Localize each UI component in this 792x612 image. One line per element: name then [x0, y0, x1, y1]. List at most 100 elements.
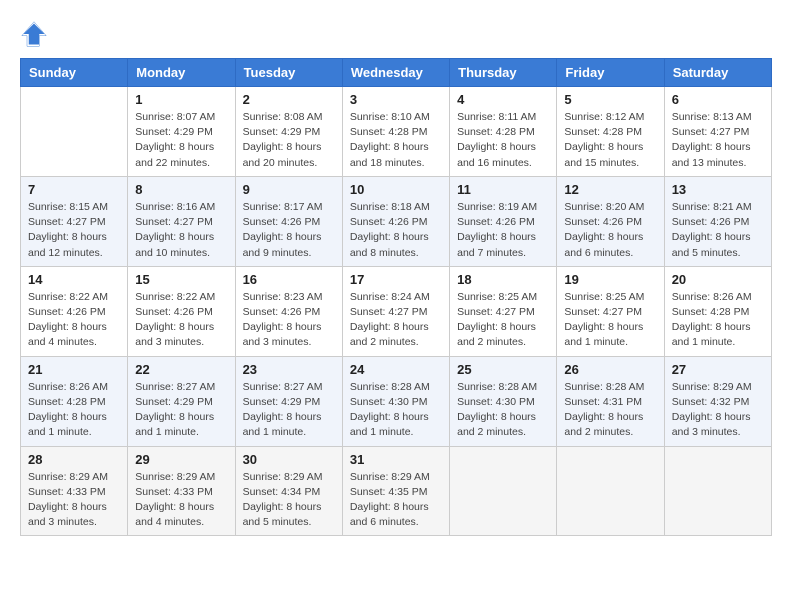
calendar-cell: 1 Sunrise: 8:07 AMSunset: 4:29 PMDaylight…: [128, 87, 235, 177]
day-number: 30: [243, 452, 335, 467]
day-number: 8: [135, 182, 227, 197]
calendar-cell: 11Sunrise: 8:19 AMSunset: 4:26 PMDayligh…: [450, 176, 557, 266]
calendar-cell: 24 Sunrise: 8:28 AMSunset: 4:30 PMDayligh…: [342, 356, 449, 446]
calendar-cell: 7 Sunrise: 8:15 AMSunset: 4:27 PMDaylight…: [21, 176, 128, 266]
calendar-cell: 31 Sunrise: 8:29 AMSunset: 4:35 PMDayligh…: [342, 446, 449, 536]
calendar-table: SundayMondayTuesdayWednesdayThursdayFrid…: [20, 58, 772, 536]
calendar-week-row: 14 Sunrise: 8:22 AMSunset: 4:26 PMDayligh…: [21, 266, 772, 356]
day-number: 24: [350, 362, 442, 377]
day-number: 14: [28, 272, 120, 287]
day-number: 29: [135, 452, 227, 467]
day-info: Sunrise: 8:27 AMSunset: 4:29 PMDaylight:…: [243, 380, 335, 441]
day-info: Sunrise: 8:22 AMSunset: 4:26 PMDaylight:…: [28, 290, 120, 351]
calendar-cell: [557, 446, 664, 536]
calendar-cell: 20 Sunrise: 8:26 AMSunset: 4:28 PMDayligh…: [664, 266, 771, 356]
calendar-cell: [450, 446, 557, 536]
day-number: 23: [243, 362, 335, 377]
weekday-header-tuesday: Tuesday: [235, 59, 342, 87]
calendar-cell: 28 Sunrise: 8:29 AMSunset: 4:33 PMDayligh…: [21, 446, 128, 536]
calendar-cell: 13 Sunrise: 8:21 AMSunset: 4:26 PMDayligh…: [664, 176, 771, 266]
day-info: Sunrise: 8:24 AMSunset: 4:27 PMDaylight:…: [350, 290, 442, 351]
day-info: Sunrise: 8:29 AMSunset: 4:33 PMDaylight:…: [135, 470, 227, 531]
calendar-week-row: 7 Sunrise: 8:15 AMSunset: 4:27 PMDaylight…: [21, 176, 772, 266]
weekday-header-thursday: Thursday: [450, 59, 557, 87]
day-info: Sunrise: 8:25 AMSunset: 4:27 PMDaylight:…: [564, 290, 656, 351]
weekday-header-row: SundayMondayTuesdayWednesdayThursdayFrid…: [21, 59, 772, 87]
weekday-header-wednesday: Wednesday: [342, 59, 449, 87]
day-info: Sunrise: 8:26 AMSunset: 4:28 PMDaylight:…: [672, 290, 764, 351]
day-number: 15: [135, 272, 227, 287]
day-number: 7: [28, 182, 120, 197]
calendar-cell: 12 Sunrise: 8:20 AMSunset: 4:26 PMDayligh…: [557, 176, 664, 266]
weekday-header-saturday: Saturday: [664, 59, 771, 87]
calendar-cell: 27Sunrise: 8:29 AMSunset: 4:32 PMDayligh…: [664, 356, 771, 446]
day-number: 26: [564, 362, 656, 377]
calendar-week-row: 28 Sunrise: 8:29 AMSunset: 4:33 PMDayligh…: [21, 446, 772, 536]
calendar-cell: [664, 446, 771, 536]
day-info: Sunrise: 8:29 AMSunset: 4:34 PMDaylight:…: [243, 470, 335, 531]
calendar-week-row: 21 Sunrise: 8:26 AMSunset: 4:28 PMDayligh…: [21, 356, 772, 446]
day-number: 27: [672, 362, 764, 377]
calendar-cell: 30 Sunrise: 8:29 AMSunset: 4:34 PMDayligh…: [235, 446, 342, 536]
day-info: Sunrise: 8:11 AMSunset: 4:28 PMDaylight:…: [457, 110, 549, 171]
day-number: 28: [28, 452, 120, 467]
day-number: 13: [672, 182, 764, 197]
calendar-cell: 29 Sunrise: 8:29 AMSunset: 4:33 PMDayligh…: [128, 446, 235, 536]
day-number: 20: [672, 272, 764, 287]
day-info: Sunrise: 8:08 AMSunset: 4:29 PMDaylight:…: [243, 110, 335, 171]
day-info: Sunrise: 8:26 AMSunset: 4:28 PMDaylight:…: [28, 380, 120, 441]
day-number: 31: [350, 452, 442, 467]
weekday-header-monday: Monday: [128, 59, 235, 87]
calendar-cell: 21 Sunrise: 8:26 AMSunset: 4:28 PMDayligh…: [21, 356, 128, 446]
page-header: [20, 20, 772, 48]
day-number: 21: [28, 362, 120, 377]
day-number: 6: [672, 92, 764, 107]
day-info: Sunrise: 8:28 AMSunset: 4:31 PMDaylight:…: [564, 380, 656, 441]
day-info: Sunrise: 8:10 AMSunset: 4:28 PMDaylight:…: [350, 110, 442, 171]
calendar-cell: 8 Sunrise: 8:16 AMSunset: 4:27 PMDaylight…: [128, 176, 235, 266]
calendar-cell: 16 Sunrise: 8:23 AMSunset: 4:26 PMDayligh…: [235, 266, 342, 356]
weekday-header-friday: Friday: [557, 59, 664, 87]
calendar-cell: 2 Sunrise: 8:08 AMSunset: 4:29 PMDaylight…: [235, 87, 342, 177]
day-info: Sunrise: 8:28 AMSunset: 4:30 PMDaylight:…: [457, 380, 549, 441]
day-info: Sunrise: 8:12 AMSunset: 4:28 PMDaylight:…: [564, 110, 656, 171]
day-info: Sunrise: 8:21 AMSunset: 4:26 PMDaylight:…: [672, 200, 764, 261]
day-number: 18: [457, 272, 549, 287]
day-info: Sunrise: 8:23 AMSunset: 4:26 PMDaylight:…: [243, 290, 335, 351]
day-info: Sunrise: 8:15 AMSunset: 4:27 PMDaylight:…: [28, 200, 120, 261]
day-number: 10: [350, 182, 442, 197]
day-info: Sunrise: 8:07 AMSunset: 4:29 PMDaylight:…: [135, 110, 227, 171]
day-info: Sunrise: 8:18 AMSunset: 4:26 PMDaylight:…: [350, 200, 442, 261]
day-info: Sunrise: 8:20 AMSunset: 4:26 PMDaylight:…: [564, 200, 656, 261]
calendar-cell: 17 Sunrise: 8:24 AMSunset: 4:27 PMDayligh…: [342, 266, 449, 356]
calendar-cell: 6 Sunrise: 8:13 AMSunset: 4:27 PMDaylight…: [664, 87, 771, 177]
day-number: 19: [564, 272, 656, 287]
logo: [20, 20, 52, 48]
calendar-cell: 9Sunrise: 8:17 AMSunset: 4:26 PMDaylight…: [235, 176, 342, 266]
calendar-cell: 18Sunrise: 8:25 AMSunset: 4:27 PMDayligh…: [450, 266, 557, 356]
day-number: 16: [243, 272, 335, 287]
calendar-cell: 26 Sunrise: 8:28 AMSunset: 4:31 PMDayligh…: [557, 356, 664, 446]
day-info: Sunrise: 8:13 AMSunset: 4:27 PMDaylight:…: [672, 110, 764, 171]
calendar-cell: 3Sunrise: 8:10 AMSunset: 4:28 PMDaylight…: [342, 87, 449, 177]
calendar-cell: 15 Sunrise: 8:22 AMSunset: 4:26 PMDayligh…: [128, 266, 235, 356]
day-number: 5: [564, 92, 656, 107]
calendar-cell: 10 Sunrise: 8:18 AMSunset: 4:26 PMDayligh…: [342, 176, 449, 266]
day-number: 12: [564, 182, 656, 197]
calendar-cell: 5 Sunrise: 8:12 AMSunset: 4:28 PMDaylight…: [557, 87, 664, 177]
day-number: 4: [457, 92, 549, 107]
day-info: Sunrise: 8:29 AMSunset: 4:33 PMDaylight:…: [28, 470, 120, 531]
day-info: Sunrise: 8:22 AMSunset: 4:26 PMDaylight:…: [135, 290, 227, 351]
calendar-cell: 25 Sunrise: 8:28 AMSunset: 4:30 PMDayligh…: [450, 356, 557, 446]
day-number: 2: [243, 92, 335, 107]
day-info: Sunrise: 8:28 AMSunset: 4:30 PMDaylight:…: [350, 380, 442, 441]
day-number: 17: [350, 272, 442, 287]
day-number: 11: [457, 182, 549, 197]
day-number: 25: [457, 362, 549, 377]
logo-icon: [20, 20, 48, 48]
calendar-week-row: 1 Sunrise: 8:07 AMSunset: 4:29 PMDaylight…: [21, 87, 772, 177]
day-info: Sunrise: 8:29 AMSunset: 4:35 PMDaylight:…: [350, 470, 442, 531]
day-number: 1: [135, 92, 227, 107]
weekday-header-sunday: Sunday: [21, 59, 128, 87]
day-info: Sunrise: 8:16 AMSunset: 4:27 PMDaylight:…: [135, 200, 227, 261]
